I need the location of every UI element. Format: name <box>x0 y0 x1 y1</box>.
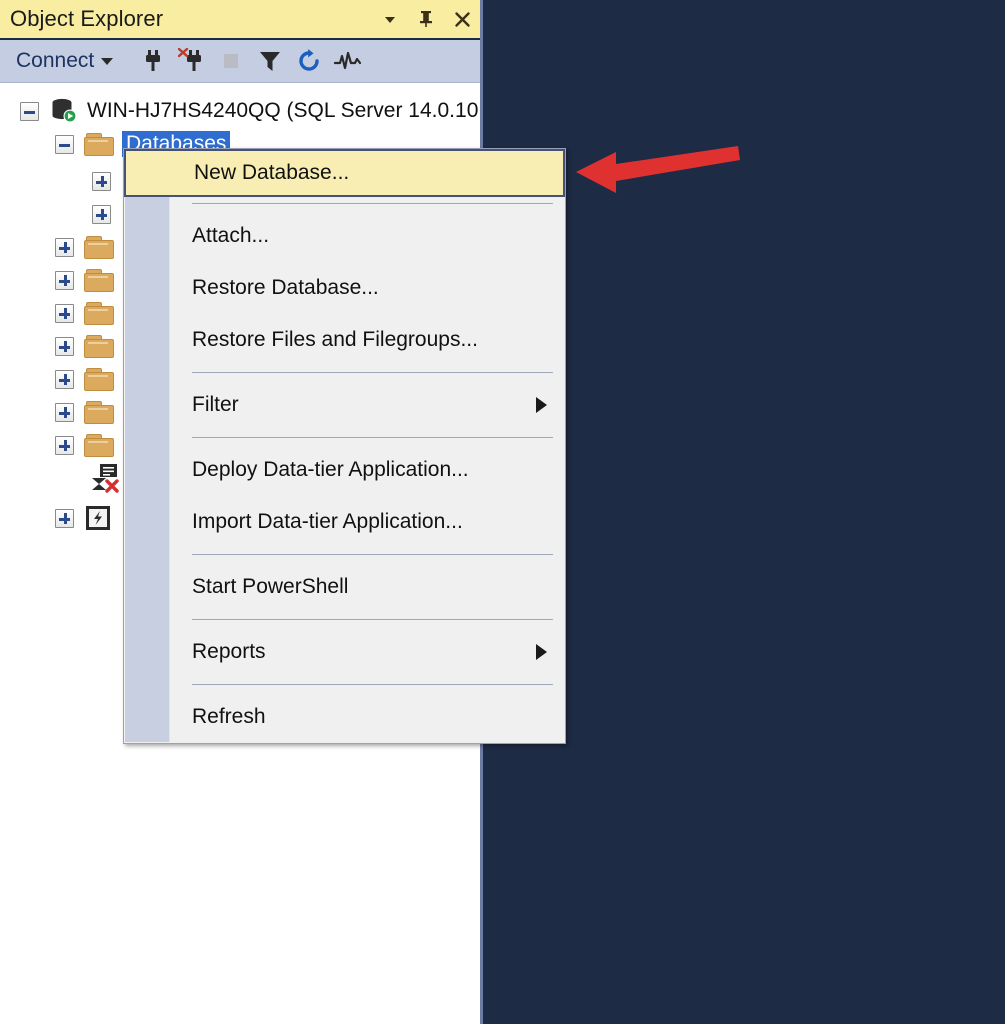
tree-node-child-2[interactable] <box>92 199 111 229</box>
expander-collapse-icon[interactable] <box>55 134 74 154</box>
annotation-arrow-icon <box>570 140 740 206</box>
menu-separator <box>192 437 553 438</box>
menu-item-label: Deploy Data-tier Application... <box>192 458 469 481</box>
tree-node-child-1[interactable] <box>92 166 111 196</box>
connect-button[interactable]: Connect <box>12 47 117 75</box>
folder-icon <box>84 367 114 391</box>
disconnect-icon[interactable] <box>177 46 207 76</box>
menu-item-new-database[interactable]: New Database... <box>124 149 565 197</box>
expander-expand-icon[interactable] <box>55 303 74 323</box>
menu-item-refresh[interactable]: Refresh <box>124 691 565 743</box>
expander-expand-icon[interactable] <box>92 171 111 191</box>
tree-node-folder-7[interactable] <box>55 430 114 460</box>
server-icon <box>49 98 79 124</box>
filter-icon[interactable] <box>255 46 285 76</box>
menu-item-import-data-tier-application[interactable]: Import Data-tier Application... <box>124 496 565 548</box>
menu-item-label: Reports <box>192 640 266 663</box>
menu-item-restore-database[interactable]: Restore Database... <box>124 262 565 314</box>
tree-node-folder-2[interactable] <box>55 265 114 295</box>
tree-node-folder-5[interactable] <box>55 364 114 394</box>
menu-separator <box>192 554 553 555</box>
expander-collapse-icon[interactable] <box>20 101 39 121</box>
folder-icon <box>84 334 114 358</box>
menu-item-label: Restore Database... <box>192 276 379 299</box>
folder-icon <box>84 268 114 292</box>
tree-node-label: WIN-HJ7HS4240QQ (SQL Server 14.0.10 <box>87 99 479 122</box>
folder-icon <box>84 132 114 156</box>
expander-expand-icon[interactable] <box>55 369 74 389</box>
menu-item-filter[interactable]: Filter <box>124 379 565 431</box>
panel-title: Object Explorer <box>10 6 164 31</box>
context-menu[interactable]: New Database... Attach... Restore Databa… <box>123 148 566 744</box>
folder-icon <box>84 400 114 424</box>
object-explorer-toolbar: Connect <box>0 40 480 83</box>
menu-separator <box>192 619 553 620</box>
activity-monitor-icon[interactable] <box>333 46 363 76</box>
menu-separator <box>192 203 553 204</box>
pin-icon[interactable] <box>416 9 436 29</box>
menu-item-reports[interactable]: Reports <box>124 626 565 678</box>
window-dropdown-icon[interactable] <box>380 9 400 29</box>
tree-node-folder-4[interactable] <box>55 331 114 361</box>
chevron-down-icon <box>101 57 114 65</box>
menu-item-label: Import Data-tier Application... <box>192 510 463 533</box>
tree-node-sql-server-agent[interactable] <box>88 461 120 495</box>
tree-node-folder-1[interactable] <box>55 232 114 262</box>
screen-root: Object Explorer Connect WIN-HJ7HS4240QQ … <box>0 0 1005 1024</box>
tree-node-xevent-profiler[interactable] <box>55 503 112 533</box>
menu-item-restore-files-and-filegroups[interactable]: Restore Files and Filegroups... <box>124 314 565 366</box>
menu-item-deploy-data-tier-application[interactable]: Deploy Data-tier Application... <box>124 444 565 496</box>
connect-object-explorer-icon[interactable] <box>138 46 168 76</box>
menu-item-start-powershell[interactable]: Start PowerShell <box>124 561 565 613</box>
folder-icon <box>84 301 114 325</box>
sql-agent-stopped-icon <box>88 462 120 494</box>
object-explorer-titlebar: Object Explorer <box>0 0 480 40</box>
expander-expand-icon[interactable] <box>55 508 74 528</box>
expander-expand-icon[interactable] <box>55 435 74 455</box>
menu-item-label: New Database... <box>194 161 350 184</box>
menu-item-attach[interactable]: Attach... <box>124 210 565 262</box>
chevron-right-icon <box>536 644 547 660</box>
xevent-profiler-icon <box>84 504 112 532</box>
refresh-icon[interactable] <box>294 46 324 76</box>
folder-icon <box>84 235 114 259</box>
tree-node-folder-3[interactable] <box>55 298 114 328</box>
menu-item-label: Refresh <box>192 705 266 728</box>
titlebar-actions <box>380 0 472 38</box>
tree-node-folder-6[interactable] <box>55 397 114 427</box>
menu-separator <box>192 372 553 373</box>
expander-expand-icon[interactable] <box>92 204 111 224</box>
expander-expand-icon[interactable] <box>55 402 74 422</box>
close-icon[interactable] <box>452 9 472 29</box>
expander-expand-icon[interactable] <box>55 237 74 257</box>
connect-button-label: Connect <box>16 49 95 72</box>
menu-item-label: Filter <box>192 393 239 416</box>
menu-item-label: Attach... <box>192 224 270 247</box>
chevron-right-icon <box>536 397 547 413</box>
expander-expand-icon[interactable] <box>55 336 74 356</box>
folder-icon <box>84 433 114 457</box>
expander-expand-icon[interactable] <box>55 270 74 290</box>
menu-item-label: Start PowerShell <box>192 575 349 598</box>
stop-icon <box>216 46 246 76</box>
tree-node-server[interactable]: WIN-HJ7HS4240QQ (SQL Server 14.0.10 <box>20 96 478 126</box>
menu-item-label: Restore Files and Filegroups... <box>192 328 478 351</box>
menu-separator <box>192 684 553 685</box>
